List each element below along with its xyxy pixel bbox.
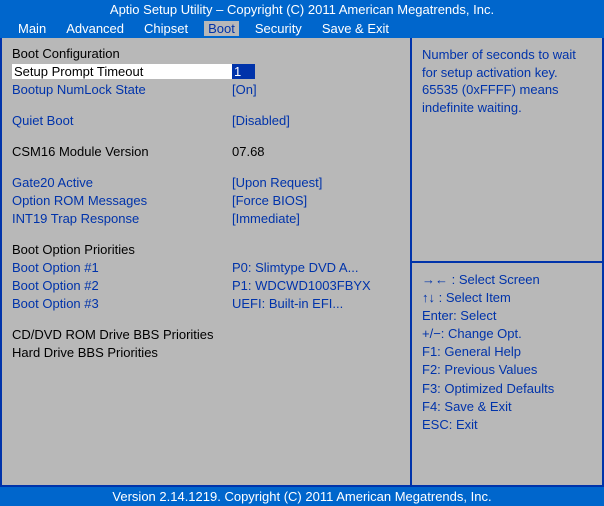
settings-panel: Boot Configuration Setup Prompt Timeout … [2,38,412,485]
csm-label: CSM16 Module Version [12,144,232,159]
gate20-row[interactable]: Gate20 Active [Upon Request] [12,175,400,190]
quiet-boot-label: Quiet Boot [12,113,232,128]
key-legend: →← : Select Screen ↑↓ : Select Item Ente… [412,263,602,486]
footer-bar: Version 2.14.1219. Copyright (C) 2011 Am… [0,485,604,506]
csm-row: CSM16 Module Version 07.68 [12,144,400,159]
menu-security[interactable]: Security [251,21,306,36]
numlock-row[interactable]: Bootup NumLock State [On] [12,82,400,97]
help-panel: Number of seconds to wait for setup acti… [412,38,602,485]
menu-bar: Main Advanced Chipset Boot Security Save… [0,19,604,38]
boot2-value[interactable]: P1: WDCWD1003FBYX [232,278,371,293]
boot-option-3-row[interactable]: Boot Option #3 UEFI: Built-in EFI... [12,296,400,311]
hdd-bbs[interactable]: Hard Drive BBS Priorities [12,345,158,360]
oprom-value[interactable]: [Force BIOS] [232,193,307,208]
menu-save-exit[interactable]: Save & Exit [318,21,393,36]
quiet-boot-value[interactable]: [Disabled] [232,113,290,128]
boot3-label: Boot Option #3 [12,296,232,311]
key-enter: Enter: Select [422,307,592,325]
int19-label: INT19 Trap Response [12,211,232,226]
help-description: Number of seconds to wait for setup acti… [412,38,602,263]
menu-main[interactable]: Main [14,21,50,36]
boot1-label: Boot Option #1 [12,260,232,275]
content-area: Boot Configuration Setup Prompt Timeout … [0,38,604,485]
gate20-label: Gate20 Active [12,175,232,190]
setup-prompt-timeout-row[interactable]: Setup Prompt Timeout 1 [12,64,400,79]
key-select-item: ↑↓ : Select Item [422,289,592,307]
key-esc: ESC: Exit [422,416,592,434]
setup-prompt-label: Setup Prompt Timeout [12,64,232,79]
menu-chipset[interactable]: Chipset [140,21,192,36]
section-boot-config: Boot Configuration [12,46,232,61]
boot1-value[interactable]: P0: Slimtype DVD A... [232,260,358,275]
numlock-value[interactable]: [On] [232,82,257,97]
boot-option-2-row[interactable]: Boot Option #2 P1: WDCWD1003FBYX [12,278,400,293]
boot2-label: Boot Option #2 [12,278,232,293]
menu-advanced[interactable]: Advanced [62,21,128,36]
boot-option-1-row[interactable]: Boot Option #1 P0: Slimtype DVD A... [12,260,400,275]
key-select-screen: →← : Select Screen [422,271,592,289]
oprom-label: Option ROM Messages [12,193,232,208]
numlock-label: Bootup NumLock State [12,82,232,97]
key-f1: F1: General Help [422,343,592,361]
setup-prompt-value[interactable]: 1 [232,64,255,79]
key-f4: F4: Save & Exit [422,398,592,416]
section-boot-priorities: Boot Option Priorities [12,242,232,257]
key-f3: F3: Optimized Defaults [422,380,592,398]
gate20-value[interactable]: [Upon Request] [232,175,322,190]
key-change-opt: +/−: Change Opt. [422,325,592,343]
quiet-boot-row[interactable]: Quiet Boot [Disabled] [12,113,400,128]
boot3-value[interactable]: UEFI: Built-in EFI... [232,296,343,311]
csm-value: 07.68 [232,144,265,159]
key-f2: F2: Previous Values [422,361,592,379]
int19-value[interactable]: [Immediate] [232,211,300,226]
cddvd-bbs[interactable]: CD/DVD ROM Drive BBS Priorities [12,327,214,342]
menu-boot[interactable]: Boot [204,21,239,36]
int19-row[interactable]: INT19 Trap Response [Immediate] [12,211,400,226]
title-bar: Aptio Setup Utility – Copyright (C) 2011… [0,0,604,19]
oprom-row[interactable]: Option ROM Messages [Force BIOS] [12,193,400,208]
